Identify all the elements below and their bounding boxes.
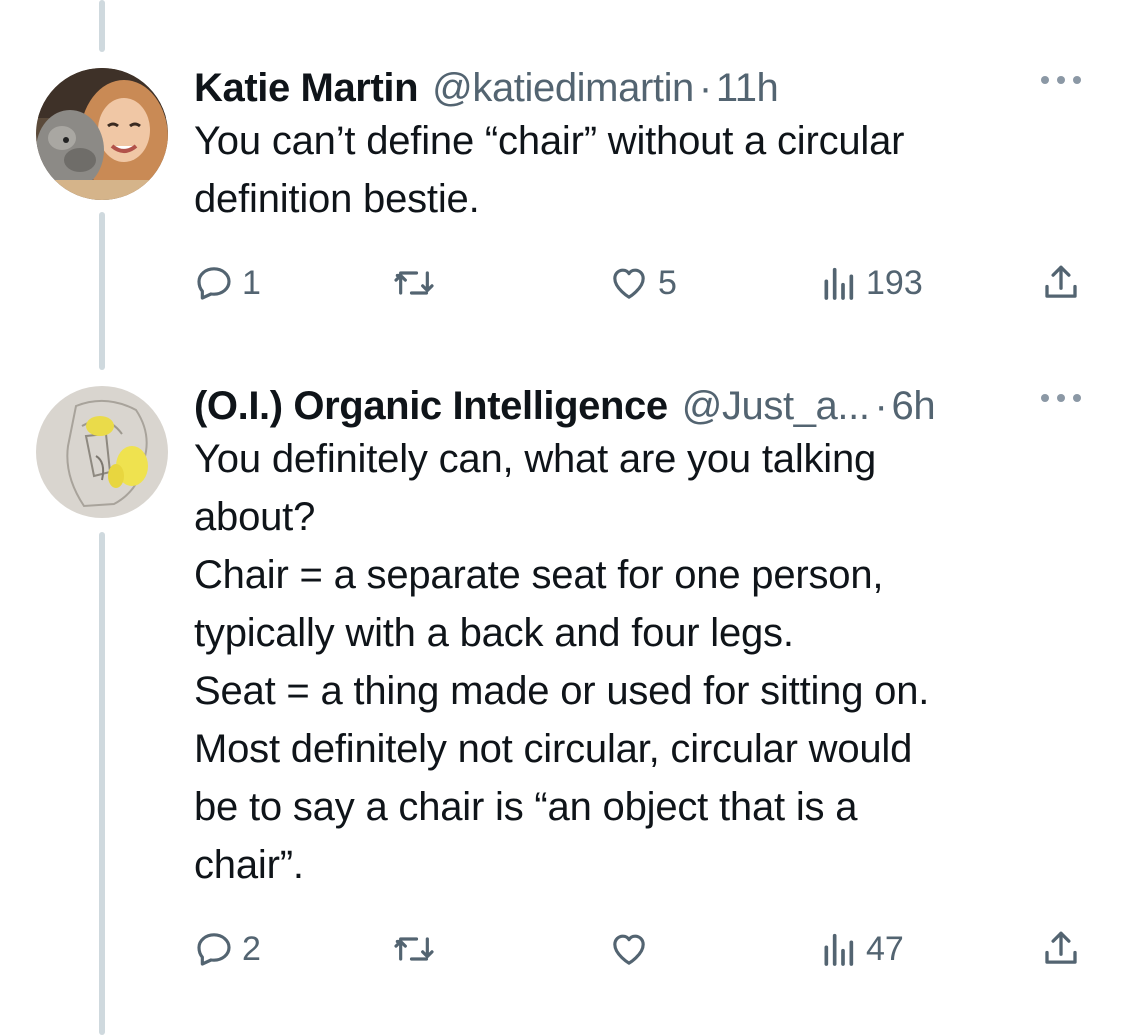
- action-bar: 1 5 193: [194, 258, 1085, 308]
- action-bar: 2 47: [194, 924, 1085, 974]
- tweet-text: You definitely can, what are you talking…: [194, 430, 1085, 894]
- tweet-text-line: Seat = a thing made or used for sitting …: [194, 669, 930, 713]
- tweet-text-line: You definitely can, what are you talking: [194, 437, 877, 481]
- avatar[interactable]: [36, 386, 168, 518]
- retweet-icon: [392, 263, 436, 303]
- user-handle[interactable]: @Just_a...: [682, 382, 870, 430]
- like-button[interactable]: 5: [608, 258, 677, 308]
- tweet-text-line: Chair = a separate seat for one person,: [194, 553, 884, 597]
- share-icon: [1040, 262, 1082, 304]
- heart-icon: [608, 929, 650, 969]
- retweet-icon: [392, 929, 436, 969]
- tweet-text-line: You can’t define “chair” without a circu…: [194, 119, 905, 163]
- tweet-text: You can’t define “chair” without a circu…: [194, 112, 1085, 228]
- more-icon[interactable]: [1041, 394, 1081, 402]
- share-button[interactable]: [1040, 924, 1082, 974]
- views-icon: [818, 263, 858, 303]
- timestamp[interactable]: 11h: [716, 64, 779, 112]
- thread-line-bottom: [99, 532, 105, 1035]
- tweet[interactable]: Katie Martin @katiedimartin · 11h You ca…: [194, 64, 1085, 228]
- like-button[interactable]: [608, 924, 658, 974]
- reply-button[interactable]: 2: [194, 924, 261, 974]
- tweet-text-line: typically with a back and four legs.: [194, 611, 794, 655]
- separator-dot: ·: [698, 66, 712, 110]
- view-count: 47: [866, 929, 904, 968]
- like-count: 5: [658, 263, 677, 302]
- thread-line-top: [99, 0, 105, 52]
- tweet-text-line: about?: [194, 495, 316, 539]
- share-icon: [1040, 928, 1082, 970]
- share-button[interactable]: [1040, 258, 1082, 308]
- reply-count: 1: [242, 263, 261, 302]
- display-name[interactable]: (O.I.) Organic Intelligence: [194, 382, 668, 430]
- reply-icon: [194, 263, 234, 303]
- views-button[interactable]: 193: [818, 258, 923, 308]
- retweet-button[interactable]: [392, 924, 444, 974]
- view-count: 193: [866, 263, 923, 302]
- heart-icon: [608, 263, 650, 303]
- tweet-header: (O.I.) Organic Intelligence @Just_a... ·…: [194, 382, 1085, 430]
- views-icon: [818, 929, 858, 969]
- more-icon[interactable]: [1041, 76, 1081, 84]
- display-name[interactable]: Katie Martin: [194, 64, 419, 112]
- tweet-text-line: Most definitely not circular, circular w…: [194, 727, 913, 771]
- retweet-button[interactable]: [392, 258, 444, 308]
- tweet-text-line: be to say a chair is “an object that is …: [194, 785, 858, 829]
- reply-button[interactable]: 1: [194, 258, 261, 308]
- timestamp[interactable]: 6h: [891, 382, 935, 430]
- reply-icon: [194, 929, 234, 969]
- thread-line-middle: [99, 212, 105, 370]
- reply-count: 2: [242, 929, 261, 968]
- user-handle[interactable]: @katiedimartin: [432, 64, 694, 112]
- tweet-header: Katie Martin @katiedimartin · 11h: [194, 64, 1085, 112]
- tweet[interactable]: (O.I.) Organic Intelligence @Just_a... ·…: [194, 382, 1085, 894]
- views-button[interactable]: 47: [818, 924, 904, 974]
- avatar[interactable]: [36, 68, 168, 200]
- tweet-text-line: definition bestie.: [194, 177, 480, 221]
- separator-dot: ·: [874, 384, 888, 428]
- tweet-text-line: chair”.: [194, 843, 304, 887]
